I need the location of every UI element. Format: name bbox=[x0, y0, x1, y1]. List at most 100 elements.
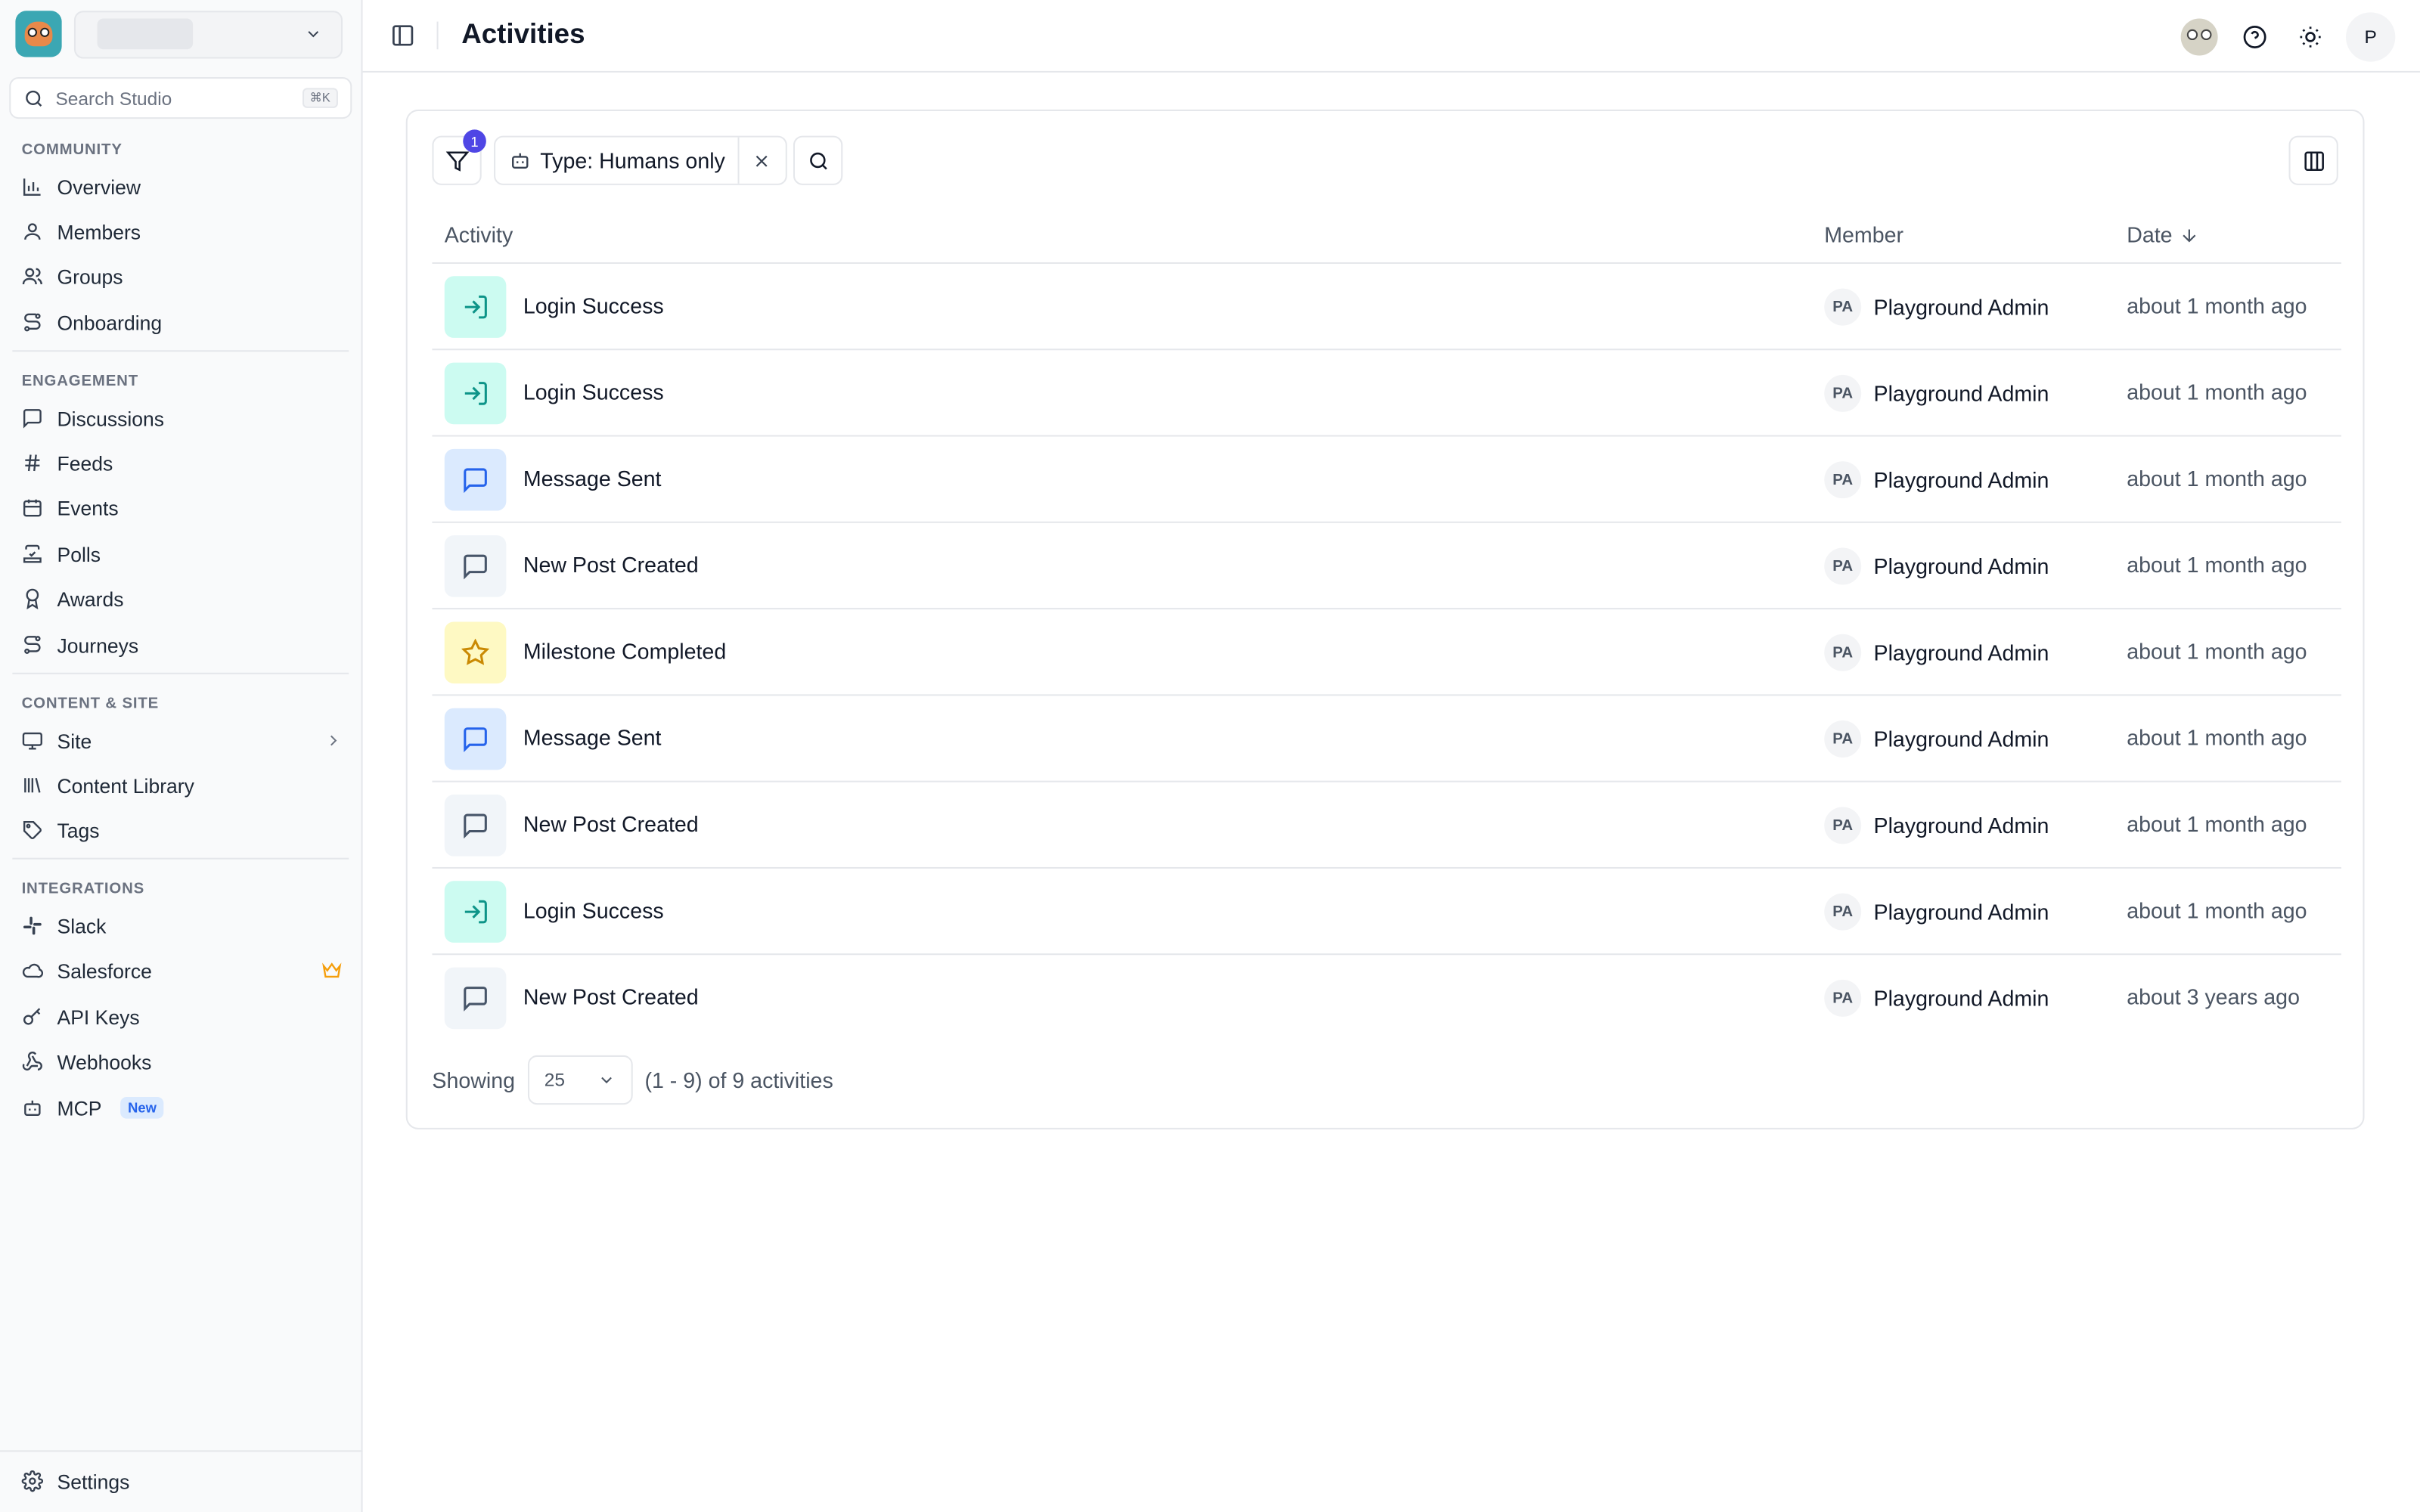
user-icon bbox=[24, 223, 41, 240]
activity-name: Login Success bbox=[523, 897, 664, 923]
filter-chip-label-button[interactable]: Type: Humans only bbox=[495, 137, 740, 184]
activity-type-badge bbox=[444, 276, 507, 338]
message-square-icon bbox=[464, 554, 487, 580]
tag-icon bbox=[23, 821, 42, 840]
table-body: Login Success PA Playground Admin about 1 m… bbox=[432, 264, 2341, 1042]
table-row[interactable]: Milestone Completed PA Playground Admin abo… bbox=[432, 609, 2341, 696]
sidebar-item-site[interactable]: Site bbox=[9, 720, 352, 761]
search-placeholder: Search Studio bbox=[55, 87, 172, 109]
filter-button[interactable]: 1 bbox=[432, 129, 486, 185]
member-cell[interactable]: PA Playground Admin bbox=[1824, 979, 2049, 1017]
sidebar-item-overview[interactable]: Overview bbox=[9, 166, 352, 206]
member-cell[interactable]: PA Playground Admin bbox=[1824, 288, 2049, 326]
sidebar-item-label: Polls bbox=[57, 542, 101, 565]
columns-button[interactable] bbox=[2288, 135, 2338, 185]
community-logo[interactable] bbox=[15, 11, 62, 57]
section-label-content-site: CONTENT & SITE bbox=[21, 696, 160, 713]
sidebar-item-settings[interactable]: Settings bbox=[9, 1461, 352, 1501]
member-name: Playground Admin bbox=[1873, 986, 2049, 1011]
member-cell[interactable]: PA Playground Admin bbox=[1824, 720, 2049, 758]
sun-icon bbox=[2300, 26, 2321, 48]
member-cell[interactable]: PA Playground Admin bbox=[1824, 374, 2049, 412]
hash-icon bbox=[25, 454, 40, 472]
member-name: Playground Admin bbox=[1873, 813, 2049, 838]
panel-left-icon bbox=[392, 25, 414, 46]
help-button[interactable] bbox=[2235, 17, 2275, 57]
page-size-select[interactable]: 25 bbox=[527, 1055, 633, 1105]
chevron-right-icon bbox=[330, 735, 337, 746]
sidebar-item-members[interactable]: Members bbox=[9, 212, 352, 252]
column-header-date[interactable]: Date bbox=[2127, 222, 2198, 247]
log-in-icon bbox=[464, 900, 487, 924]
table-row[interactable]: Message Sent PA Playground Admin about 1 mo… bbox=[432, 696, 2341, 782]
activity-name: Message Sent bbox=[523, 466, 662, 491]
workspace-row bbox=[15, 9, 343, 58]
page-title: Activities bbox=[461, 18, 585, 50]
remove-filter-button[interactable] bbox=[739, 138, 785, 184]
member-avatar: PA bbox=[1824, 807, 1862, 844]
activities-card: 1 Type: Humans only Activity Member Date… bbox=[405, 109, 2365, 1129]
column-header-member[interactable]: Member bbox=[1824, 222, 1903, 247]
sidebar-item-content-library[interactable]: Content Library bbox=[9, 765, 352, 805]
member-cell[interactable]: PA Playground Admin bbox=[1824, 807, 2049, 844]
sidebar-item-onboarding[interactable]: Onboarding bbox=[9, 302, 352, 342]
chevron-down-icon bbox=[308, 31, 319, 38]
top-header: Activities P bbox=[362, 0, 2420, 73]
sidebar-item-slack[interactable]: Slack bbox=[9, 906, 352, 946]
sidebar-item-feeds[interactable]: Feeds bbox=[9, 443, 352, 483]
message-square-icon bbox=[23, 409, 42, 429]
message-square-icon bbox=[464, 727, 487, 753]
sidebar-item-awards[interactable]: Awards bbox=[9, 578, 352, 618]
member-name: Playground Admin bbox=[1873, 727, 2049, 751]
sidebar-item-api-keys[interactable]: API Keys bbox=[9, 996, 352, 1036]
sidebar-item-discussions[interactable]: Discussions bbox=[9, 398, 352, 438]
community-avatar-button[interactable] bbox=[2180, 17, 2220, 57]
workspace-name-placeholder bbox=[97, 18, 194, 50]
table-row[interactable]: New Post Created PA Playground Admin about … bbox=[432, 523, 2341, 610]
activity-date: about 1 month ago bbox=[2127, 380, 2307, 404]
user-avatar-button[interactable]: P bbox=[2346, 12, 2396, 62]
member-cell[interactable]: PA Playground Admin bbox=[1824, 634, 2049, 671]
search-input[interactable]: Search Studio ⌘K bbox=[9, 77, 352, 119]
activity-date: about 1 month ago bbox=[2127, 811, 2307, 837]
workspace-dropdown[interactable] bbox=[73, 10, 343, 58]
sidebar-item-events[interactable]: Events bbox=[9, 488, 352, 528]
table-row[interactable]: New Post Created PA Playground Admin about … bbox=[432, 782, 2341, 869]
member-cell[interactable]: PA Playground Admin bbox=[1824, 547, 2049, 585]
activity-date: about 1 month ago bbox=[2127, 638, 2307, 664]
range-text: (1 - 9) of 9 activities bbox=[644, 1067, 833, 1092]
filter-count-badge: 1 bbox=[463, 129, 486, 153]
sidebar-item-label: MCP bbox=[57, 1095, 102, 1120]
sidebar-item-label: Site bbox=[57, 729, 92, 752]
column-header-label: Date bbox=[2127, 222, 2173, 247]
sidebar-toggle-button[interactable] bbox=[390, 23, 415, 56]
activity-type-badge bbox=[444, 362, 507, 425]
award-icon bbox=[26, 588, 39, 610]
table-row[interactable]: Login Success PA Playground Admin about 1 m… bbox=[432, 350, 2341, 437]
table-search-button[interactable] bbox=[793, 135, 843, 185]
member-cell[interactable]: PA Playground Admin bbox=[1824, 893, 2049, 931]
member-name: Playground Admin bbox=[1873, 467, 2049, 493]
sidebar-item-polls[interactable]: Polls bbox=[9, 534, 352, 574]
sidebar-item-webhooks[interactable]: Webhooks bbox=[9, 1042, 352, 1082]
activity-name: Milestone Completed bbox=[523, 638, 727, 664]
sidebar-item-salesforce[interactable]: Salesforce bbox=[9, 950, 352, 990]
sidebar-item-mcp[interactable]: MCP New bbox=[9, 1088, 352, 1128]
table-row[interactable]: Login Success PA Playground Admin about 1 m… bbox=[432, 264, 2341, 351]
table-row[interactable]: New Post Created PA Playground Admin about … bbox=[432, 955, 2341, 1041]
column-header-activity[interactable]: Activity bbox=[445, 222, 513, 247]
theme-toggle-button[interactable] bbox=[2291, 17, 2331, 57]
sidebar-item-tags[interactable]: Tags bbox=[9, 810, 352, 850]
table-header: Activity Member Date bbox=[432, 206, 2341, 264]
help-circle-icon bbox=[2243, 26, 2266, 48]
sidebar-item-journeys[interactable]: Journeys bbox=[9, 625, 352, 665]
activity-type-badge bbox=[444, 621, 507, 684]
column-header-label: Member bbox=[1824, 222, 1904, 247]
column-header-label: Activity bbox=[444, 222, 513, 247]
member-cell[interactable]: PA Playground Admin bbox=[1824, 461, 2049, 499]
sidebar-item-label: Onboarding bbox=[57, 311, 163, 334]
activity-type-badge bbox=[444, 881, 507, 943]
table-row[interactable]: Login Success PA Playground Admin about 1 m… bbox=[432, 869, 2341, 956]
table-row[interactable]: Message Sent PA Playground Admin about 1 mo… bbox=[432, 437, 2341, 523]
sidebar-item-groups[interactable]: Groups bbox=[9, 256, 352, 296]
